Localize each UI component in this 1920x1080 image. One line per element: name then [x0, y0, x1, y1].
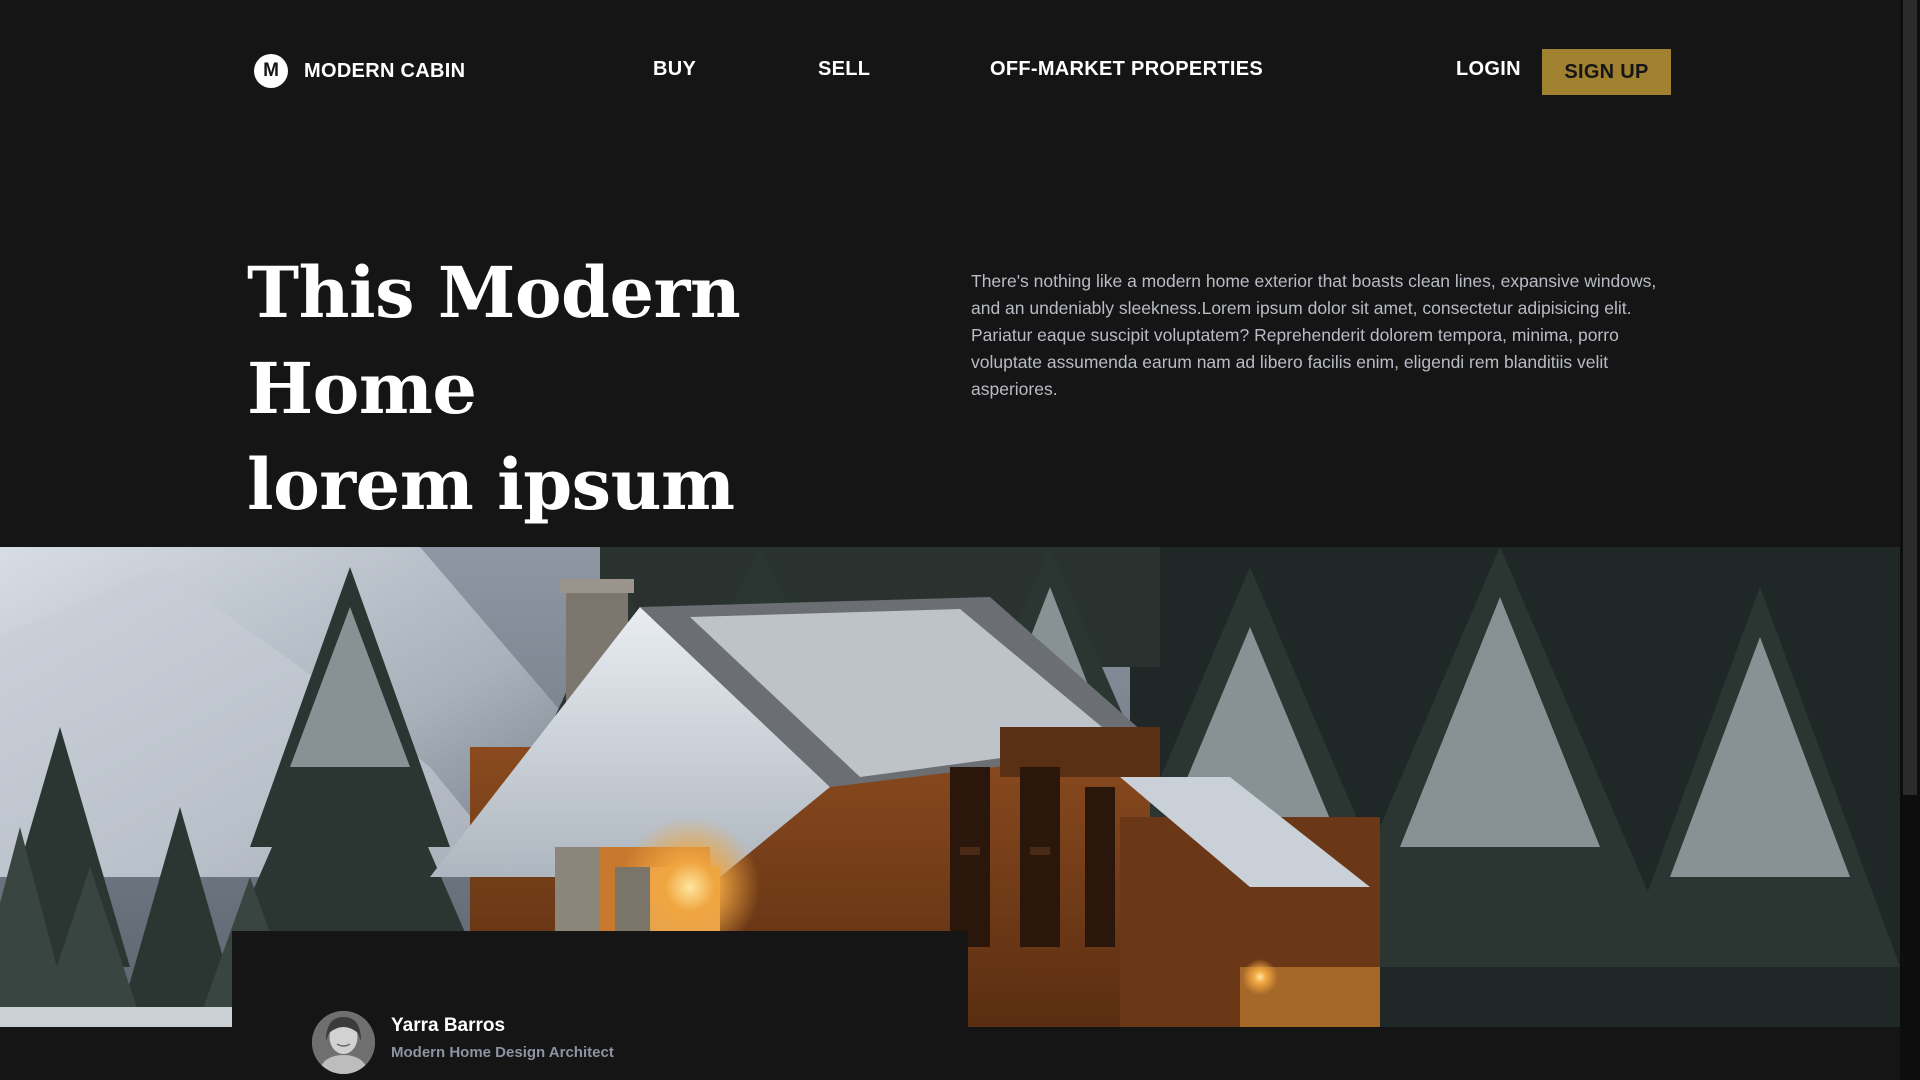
hero-description: There's nothing like a modern home exter… — [971, 271, 1657, 399]
brand-link[interactable]: M MODERN CABIN — [254, 54, 465, 88]
hero-title-line-2: lorem ipsum — [247, 443, 735, 526]
brand-name: MODERN CABIN — [304, 59, 466, 82]
page-scrollbar[interactable] — [1900, 0, 1920, 1080]
nav-off-market-link[interactable]: OFF-MARKET PROPERTIES — [990, 58, 1263, 81]
sign-up-button[interactable]: SIGN UP — [1542, 49, 1671, 95]
nav-buy-link[interactable]: BUY — [653, 58, 696, 81]
avatar-photo — [312, 1011, 375, 1074]
author-avatar — [312, 1011, 375, 1074]
login-link[interactable]: LOGIN — [1456, 58, 1521, 81]
site-header: M MODERN CABIN BUY SELL OFF-MARKET PROPE… — [0, 0, 1900, 144]
author-role: Modern Home Design Architect — [391, 1044, 614, 1061]
author-card: Yarra Barros Modern Home Design Architec… — [232, 931, 968, 1080]
nav-sell-link[interactable]: SELL — [818, 58, 870, 81]
hero-title: This Modern Home lorem ipsum — [247, 245, 927, 533]
author-name: Yarra Barros — [391, 1015, 506, 1036]
brand-logo-icon: M — [254, 54, 288, 88]
scrollbar-thumb[interactable] — [1903, 0, 1917, 795]
hero-title-line-1: This Modern Home — [247, 251, 741, 430]
